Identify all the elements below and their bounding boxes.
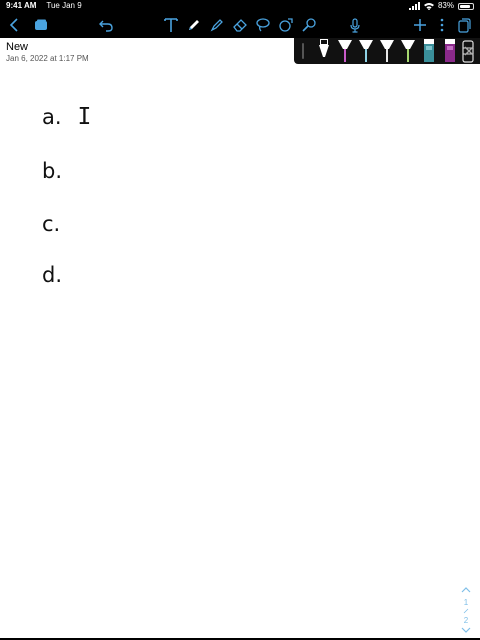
laser-pointer-icon: [302, 18, 316, 32]
signal-icon: [408, 2, 420, 10]
purple-marker[interactable]: [442, 39, 458, 63]
lasso-icon: [256, 18, 270, 32]
laser-pointer-button[interactable]: [299, 15, 319, 35]
highlighter-magenta-icon: [338, 40, 352, 62]
microphone-icon: [350, 18, 360, 33]
page-separator-icon: [460, 608, 472, 616]
handwriting-line-a: a. I: [42, 104, 91, 130]
shapes-icon: [279, 18, 293, 32]
total-pages: 2: [463, 616, 469, 625]
document-date: Jan 6, 2022 at 1:17 PM: [6, 54, 89, 63]
battery-percent: 83%: [437, 1, 454, 10]
status-indicators: 83%: [408, 0, 474, 12]
magenta-highlighter[interactable]: [337, 39, 353, 63]
highlighter-gray-icon: [380, 40, 394, 62]
microphone-button[interactable]: [345, 15, 365, 35]
cyan-highlighter[interactable]: [358, 39, 374, 63]
page-up-button[interactable]: [460, 586, 472, 598]
close-icon: [464, 46, 474, 56]
chevron-left-icon: [9, 18, 18, 32]
pen-palette: [294, 38, 480, 64]
current-page: 1: [463, 598, 469, 607]
status-time-date: 9:41 AM Tue Jan 9: [6, 0, 82, 12]
add-button[interactable]: [410, 15, 430, 35]
status-time: 9:41 AM: [6, 1, 37, 10]
handwriting-line-d: d.: [42, 262, 78, 288]
chevron-down-icon: [461, 627, 471, 633]
note-page[interactable]: a. I b. c. d. 1 2: [0, 66, 480, 638]
highlighter-button[interactable]: [207, 15, 227, 35]
battery-fill: [460, 4, 470, 8]
palette-handle[interactable]: [302, 43, 304, 59]
undo-button[interactable]: [96, 15, 116, 35]
text-tool-button[interactable]: [161, 15, 181, 35]
eraser-button[interactable]: [230, 15, 250, 35]
handwriting-label-c: c.: [42, 212, 61, 236]
pages-icon: [458, 18, 471, 33]
shapes-button[interactable]: [276, 15, 296, 35]
handwriting-label-a: a.: [42, 105, 62, 129]
notebooks-button[interactable]: [31, 15, 51, 35]
lasso-button[interactable]: [253, 15, 273, 35]
document-title[interactable]: New: [6, 41, 28, 53]
marker-teal-icon: [424, 39, 434, 62]
page-navigator: 1 2: [460, 586, 472, 638]
undo-icon: [99, 20, 113, 32]
green-highlighter[interactable]: [400, 39, 416, 63]
more-icon: [440, 18, 444, 32]
highlighter-cyan-icon: [359, 40, 373, 62]
page-down-button[interactable]: [460, 626, 472, 638]
back-button[interactable]: [5, 15, 25, 35]
pen-tool-button[interactable]: [184, 15, 204, 35]
notebooks-icon: [35, 19, 47, 30]
status-bar: 9:41 AM Tue Jan 9 83%: [0, 0, 480, 12]
gray-highlighter[interactable]: [379, 39, 395, 63]
close-palette-button[interactable]: [462, 44, 476, 58]
status-date: Tue Jan 9: [46, 1, 82, 10]
pages-button[interactable]: [454, 15, 474, 35]
handwriting-label-d: d.: [42, 263, 63, 287]
pen-tool-icon: [189, 20, 199, 30]
chevron-up-icon: [461, 587, 471, 593]
teal-marker[interactable]: [421, 39, 437, 63]
handwriting-answer-a: I: [77, 104, 92, 130]
handwriting-line-b: b.: [42, 158, 78, 184]
plus-icon: [414, 19, 426, 31]
highlighter-green-icon: [401, 40, 415, 62]
text-tool-icon: [164, 18, 178, 32]
marker-purple-icon: [445, 39, 455, 62]
eraser-icon: [233, 19, 247, 32]
handwriting-label-b: b.: [42, 159, 63, 183]
toolbar: [0, 12, 480, 38]
more-button[interactable]: [432, 15, 452, 35]
battery-icon: [458, 2, 474, 10]
highlighter-icon: [210, 19, 223, 32]
handwriting-line-c: c.: [42, 211, 76, 237]
wifi-icon: [423, 3, 434, 10]
pen-black-icon: [319, 39, 329, 62]
black-pen[interactable]: [316, 39, 332, 63]
